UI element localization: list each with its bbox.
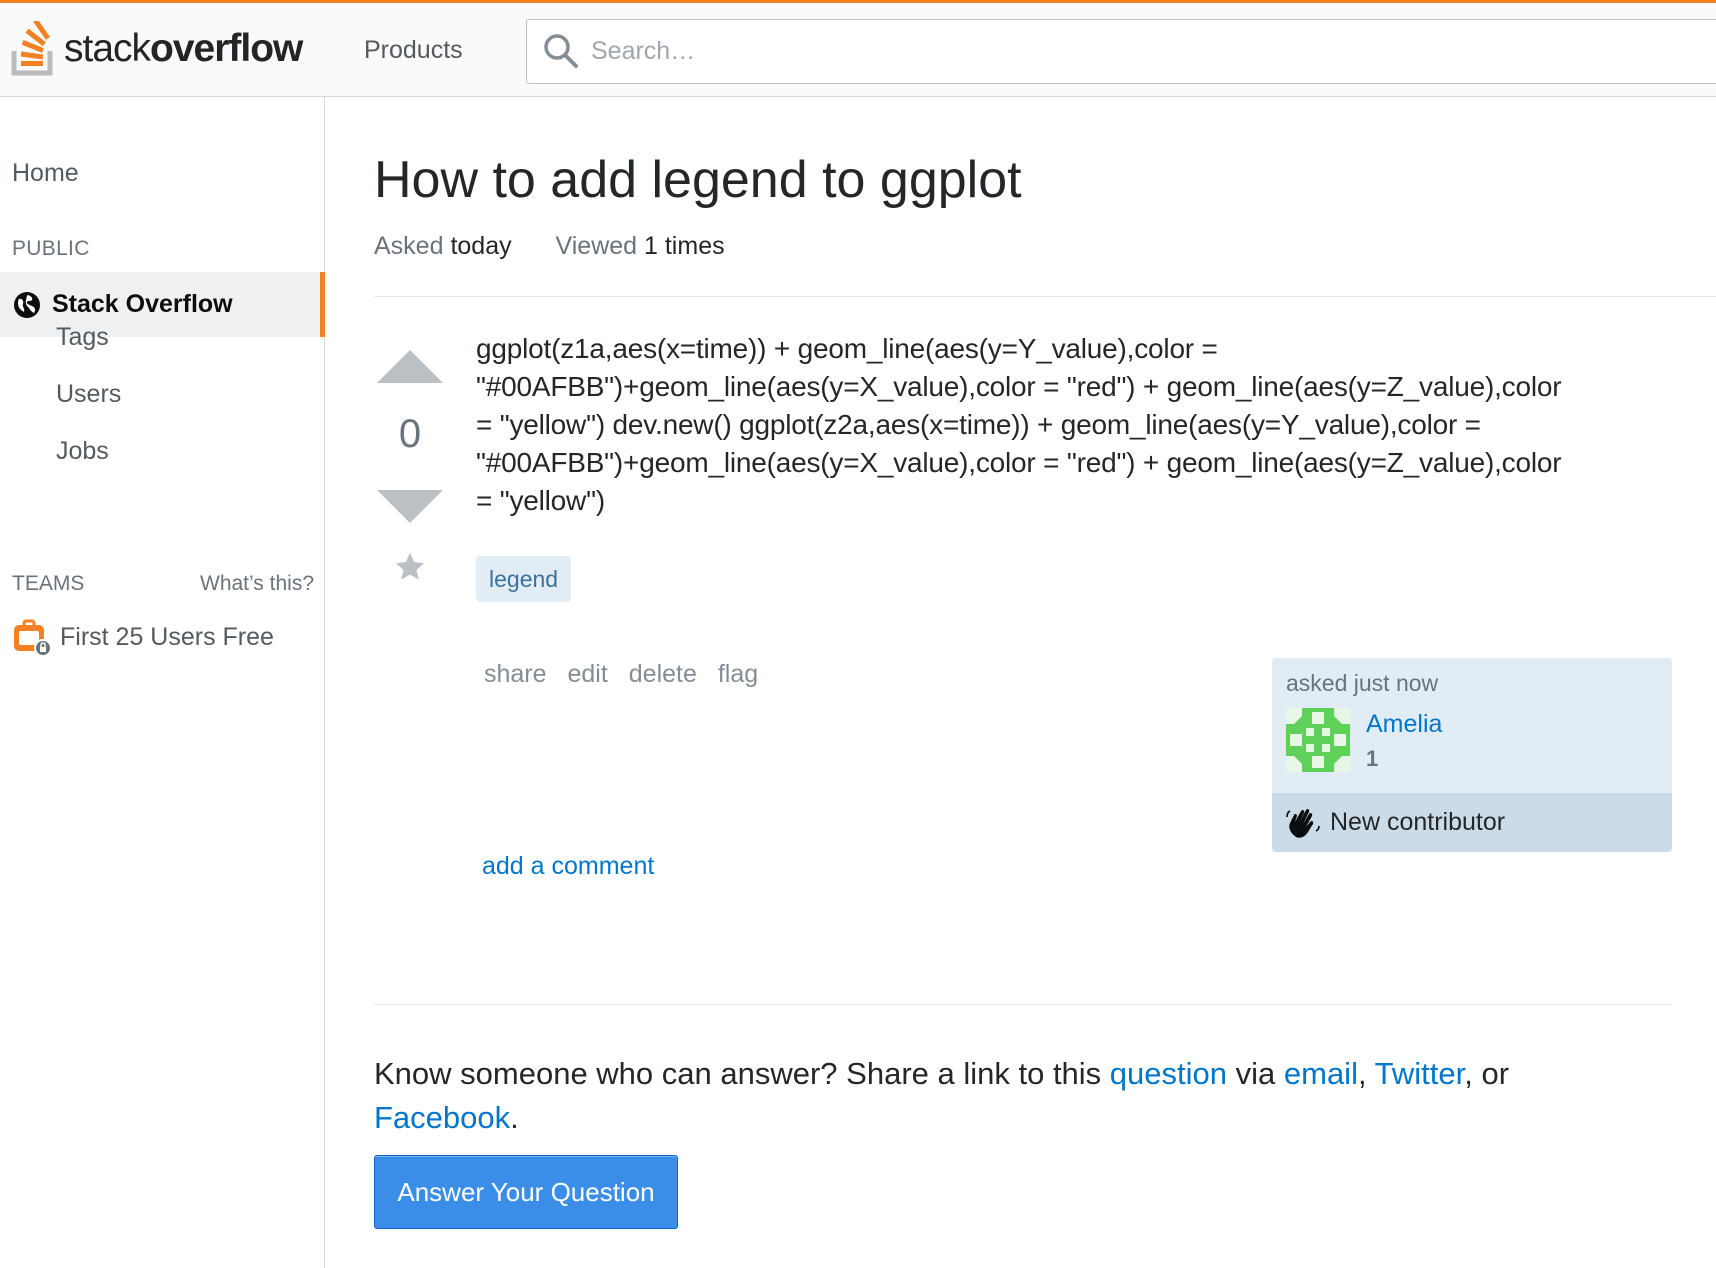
add-comment-link[interactable]: add a comment bbox=[482, 852, 654, 881]
nav-teams-heading: TEAMS bbox=[12, 572, 85, 595]
search-icon bbox=[544, 34, 578, 68]
post-menu: share edit delete flag bbox=[484, 660, 772, 689]
top-bar: stackoverflow Products bbox=[0, 0, 1716, 97]
body-line: ggplot(z1a,aes(x=time)) + geom_line(aes(… bbox=[476, 333, 1218, 364]
edit-link[interactable]: edit bbox=[568, 660, 608, 688]
facebook-link[interactable]: Facebook bbox=[374, 1100, 510, 1135]
viewed-value: 1 times bbox=[644, 232, 725, 260]
nav-stack-overflow-label: Stack Overflow bbox=[52, 290, 233, 318]
asked-value: today bbox=[450, 232, 512, 260]
logo-wordmark: stackoverflow bbox=[64, 27, 303, 70]
owner-card: asked just now Amelia 1 New contributor bbox=[1272, 658, 1672, 852]
email-link[interactable]: email bbox=[1284, 1056, 1358, 1091]
search-box[interactable] bbox=[526, 19, 1716, 84]
new-contributor-label: New contributor bbox=[1330, 808, 1506, 836]
vote-count: 0 bbox=[398, 412, 422, 456]
products-menu[interactable]: Products bbox=[364, 36, 463, 65]
new-contributor-badge[interactable]: New contributor bbox=[1272, 793, 1672, 852]
downvote-arrow-icon[interactable] bbox=[377, 490, 443, 523]
left-sidebar: Home PUBLIC Stack Overflow Tags Users Jo… bbox=[0, 97, 325, 1268]
viewed-label: Viewed bbox=[555, 232, 638, 260]
whats-this-link[interactable]: What’s this? bbox=[200, 572, 314, 596]
body-line: = "yellow") bbox=[476, 485, 605, 516]
nav-public-heading: PUBLIC bbox=[12, 237, 90, 260]
nav-teams-offer-label: First 25 Users Free bbox=[60, 622, 274, 651]
body-line: "#00AFBB")+geom_line(aes(y=X_value),colo… bbox=[476, 371, 1562, 402]
tag-legend[interactable]: legend bbox=[476, 556, 572, 602]
nav-jobs[interactable]: Jobs bbox=[56, 437, 109, 466]
search-input[interactable] bbox=[591, 28, 1591, 74]
user-avatar[interactable] bbox=[1286, 708, 1350, 772]
share-text: Know someone who can answer? Share a lin… bbox=[374, 1056, 1110, 1091]
question-title[interactable]: How to add legend to ggplot bbox=[374, 150, 1022, 210]
owner-asked-time: asked just now bbox=[1286, 670, 1439, 696]
share-text: via bbox=[1227, 1056, 1284, 1091]
share-link[interactable]: share bbox=[484, 660, 547, 688]
owner-reputation: 1 bbox=[1366, 746, 1379, 771]
delete-link[interactable]: delete bbox=[629, 660, 697, 688]
waving-hand-icon bbox=[1286, 808, 1320, 838]
question-link[interactable]: question bbox=[1110, 1056, 1227, 1091]
share-text: . bbox=[510, 1100, 519, 1135]
question-body: ggplot(z1a,aes(x=time)) + geom_line(aes(… bbox=[476, 330, 1676, 520]
nav-teams-offer[interactable]: First 25 Users Free bbox=[12, 617, 274, 657]
section-divider bbox=[374, 1004, 1672, 1005]
answer-your-question-button[interactable]: Answer Your Question bbox=[374, 1155, 678, 1229]
title-divider bbox=[374, 296, 1716, 297]
flag-link[interactable]: flag bbox=[718, 660, 758, 688]
favorite-star-icon[interactable] bbox=[393, 550, 427, 584]
stackoverflow-logo[interactable]: stackoverflow bbox=[10, 17, 303, 81]
owner-name-link[interactable]: Amelia bbox=[1366, 710, 1442, 739]
body-line: = "yellow") dev.new() ggplot(z2a,aes(x=t… bbox=[476, 409, 1481, 440]
stack-logo-icon bbox=[11, 21, 53, 76]
nav-tags[interactable]: Tags bbox=[56, 323, 109, 352]
upvote-arrow-icon[interactable] bbox=[377, 350, 443, 383]
question-meta: Asked today Viewed 1 times bbox=[374, 232, 725, 261]
teams-briefcase-icon bbox=[14, 619, 52, 657]
share-text: , or bbox=[1464, 1056, 1510, 1091]
twitter-link[interactable]: Twitter bbox=[1375, 1056, 1465, 1091]
asked-label: Asked bbox=[374, 232, 444, 260]
body-line: "#00AFBB")+geom_line(aes(y=X_value),colo… bbox=[476, 447, 1562, 478]
globe-icon bbox=[14, 291, 40, 318]
share-text: , bbox=[1357, 1056, 1375, 1091]
nav-users[interactable]: Users bbox=[56, 380, 121, 409]
nav-home[interactable]: Home bbox=[12, 159, 79, 188]
nav-stack-overflow[interactable]: Stack Overflow bbox=[0, 272, 325, 337]
share-prompt: Know someone who can answer? Share a lin… bbox=[374, 1052, 1674, 1140]
